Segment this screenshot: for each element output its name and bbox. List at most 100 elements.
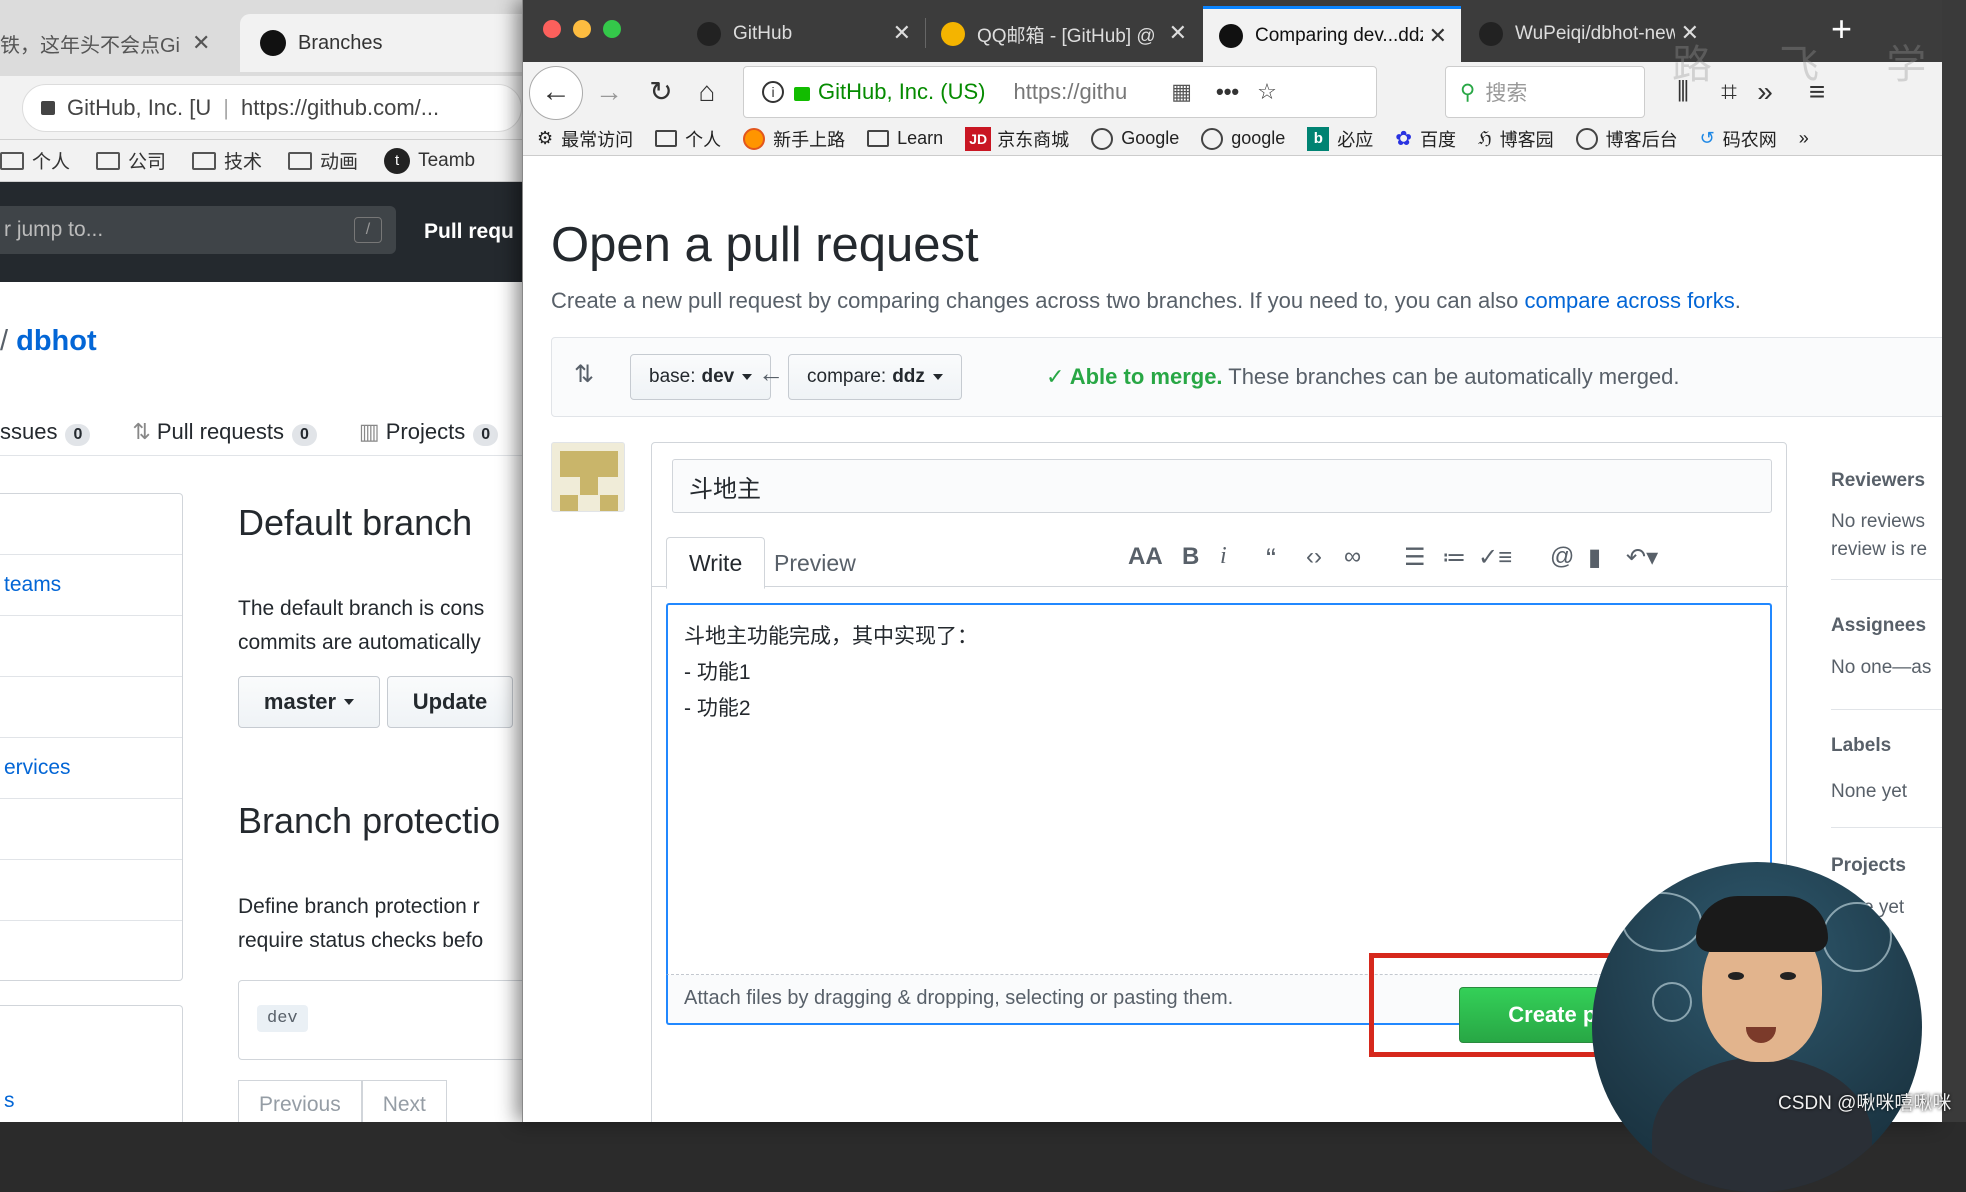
tab-github[interactable]: GitHub ✕: [681, 6, 925, 62]
tab-qq-mail[interactable]: QQ邮箱 - [GitHub] @ ✕: [925, 6, 1201, 62]
tab-issues[interactable]: ssues 0: [0, 419, 91, 446]
back-tab-strip: 铁，这年头不会点Gi ✕ Branches: [0, 0, 540, 88]
bookmark-folder[interactable]: 动画: [288, 147, 358, 174]
side-menu-item[interactable]: [0, 921, 182, 982]
pr-count: 0: [292, 423, 317, 446]
tab-preview[interactable]: Preview: [752, 537, 878, 589]
minimize-window-button[interactable]: [573, 20, 591, 38]
repo-title: / dbhot: [0, 325, 97, 357]
bookmark-bing[interactable]: b 必应: [1307, 126, 1373, 152]
bookmark-jd[interactable]: JD 京东商城: [965, 126, 1069, 152]
text-size-icon[interactable]: AA: [1128, 543, 1163, 571]
close-icon[interactable]: ✕: [893, 20, 911, 46]
more-actions-icon[interactable]: •••: [1216, 79, 1239, 105]
side-menu-item[interactable]: [0, 494, 182, 555]
update-button[interactable]: Update: [387, 676, 513, 728]
bookmark-folder[interactable]: 公司: [96, 147, 166, 174]
maximize-window-button[interactable]: [603, 20, 621, 38]
projects-heading[interactable]: Projects: [1831, 855, 1906, 877]
home-icon[interactable]: ⌂: [687, 72, 727, 112]
default-branch-select[interactable]: master: [238, 676, 380, 728]
tab-title: Comparing dev...ddz: [1255, 24, 1429, 46]
branch-protection-heading: Branch protectio: [238, 800, 501, 841]
back-tab-branches[interactable]: Branches: [240, 14, 540, 72]
italic-icon[interactable]: i: [1220, 543, 1227, 570]
bookmark-most-visited[interactable]: ⚙ 最常访问: [537, 126, 633, 152]
forward-button[interactable]: →: [589, 72, 629, 112]
bookmark-learn[interactable]: Learn: [867, 128, 943, 149]
star-bookmark-icon[interactable]: ☆: [1257, 79, 1277, 105]
bulleted-list-icon[interactable]: ☰: [1404, 543, 1426, 572]
bookmark-folder[interactable]: 个人: [0, 147, 70, 174]
bookmark-blog-admin[interactable]: 博客后台: [1575, 126, 1678, 152]
next-button[interactable]: Next: [361, 1080, 447, 1122]
page-title: Open a pull request: [551, 218, 979, 272]
branch-label[interactable]: dev: [257, 1005, 308, 1032]
search-input[interactable]: ⚲ 搜索: [1445, 66, 1645, 118]
pr-body-textarea[interactable]: 斗地主功能完成，其中实现了： - 功能1 - 功能2: [666, 603, 1772, 975]
compare-range-bar: ⇅ base: dev ← compare: ddz ✓ Able to merge…: [551, 337, 1942, 417]
back-address-bar: GitHub, Inc. [U | https://github.com/...: [0, 76, 540, 140]
tab-comparing[interactable]: Comparing dev...ddz ✕: [1203, 6, 1461, 62]
github-header: r jump to... / Pull requ: [0, 182, 540, 282]
assignees-heading[interactable]: Assignees: [1831, 615, 1926, 637]
reply-icon[interactable]: ↶▾: [1626, 543, 1658, 572]
bookmark-google-lower[interactable]: google: [1201, 127, 1285, 150]
bookmark-getting-started[interactable]: 新手上路: [743, 126, 845, 152]
bookmarks-overflow-chevron-icon[interactable]: »: [1799, 128, 1809, 149]
default-branch-heading: Default branch: [238, 502, 473, 543]
bookmark-baidu[interactable]: ✿ 百度: [1395, 126, 1456, 152]
bold-icon[interactable]: B: [1182, 543, 1199, 571]
github-search-input[interactable]: r jump to... /: [0, 206, 396, 254]
repo-name-link[interactable]: dbhot: [16, 325, 97, 357]
mention-icon[interactable]: @: [1550, 543, 1574, 571]
header-nav-pull-requests[interactable]: Pull requ: [424, 220, 514, 244]
bookmark-codeceo[interactable]: ↺ 码农网: [1700, 126, 1777, 152]
reload-button[interactable]: ↻: [641, 72, 681, 112]
tab-projects[interactable]: ▥ Projects 0: [359, 419, 499, 446]
reviewers-heading[interactable]: Reviewers: [1831, 470, 1925, 492]
base-branch-select[interactable]: base: dev: [630, 354, 772, 400]
avatar[interactable]: [551, 442, 625, 512]
settings-side-menu: teams ervices: [0, 493, 183, 981]
compare-across-forks-link[interactable]: compare across forks: [1524, 288, 1734, 313]
side-menu-item[interactable]: [0, 677, 182, 738]
bookmark-cnblogs[interactable]: ℌ 博客园: [1478, 126, 1554, 152]
task-list-icon[interactable]: ✓≡: [1478, 543, 1512, 572]
back-url-field[interactable]: GitHub, Inc. [U | https://github.com/...: [22, 84, 522, 132]
tab-write[interactable]: Write: [666, 537, 766, 589]
close-icon[interactable]: ✕: [1162, 20, 1187, 46]
info-icon[interactable]: i: [762, 81, 784, 103]
pr-title-input[interactable]: 斗地主: [672, 459, 1772, 513]
bookmark-teambition[interactable]: t Teamb: [384, 147, 475, 174]
url-text: https://githu: [1013, 79, 1128, 104]
close-icon[interactable]: ✕: [192, 30, 210, 56]
close-icon[interactable]: ✕: [1422, 23, 1447, 49]
link-icon[interactable]: ∞: [1344, 543, 1361, 571]
compare-branch-select[interactable]: compare: ddz: [788, 354, 962, 400]
back-tab-1[interactable]: 铁，这年头不会点Gi ✕: [0, 14, 240, 72]
side-menu-item[interactable]: [0, 799, 182, 860]
side-menu-item[interactable]: s: [0, 1070, 182, 1122]
divider: [1831, 579, 1942, 580]
quote-icon[interactable]: “: [1266, 543, 1276, 577]
side-menu-item-teams[interactable]: teams: [0, 555, 182, 616]
back-button[interactable]: ←: [529, 66, 583, 120]
previous-button[interactable]: Previous: [238, 1080, 362, 1122]
numbered-list-icon[interactable]: ≔: [1442, 543, 1466, 572]
tab-pull-requests[interactable]: ⇅ Pull requests 0: [132, 419, 317, 446]
bookmark-icon[interactable]: ▮: [1588, 543, 1601, 572]
chevron-down-icon: [742, 374, 753, 380]
qr-code-icon[interactable]: ▦: [1171, 79, 1192, 105]
side-menu-item[interactable]: [0, 616, 182, 677]
labels-text: None yet: [1831, 781, 1908, 802]
code-icon[interactable]: ‹›: [1306, 543, 1322, 571]
labels-heading[interactable]: Labels: [1831, 735, 1891, 757]
site-identity: GitHub, Inc. (US): [818, 79, 986, 104]
bookmark-folder[interactable]: 技术: [192, 147, 262, 174]
address-bar[interactable]: i GitHub, Inc. (US) https://githu ▦ ••• …: [743, 66, 1377, 118]
side-menu-item[interactable]: [0, 860, 182, 921]
bookmark-folder[interactable]: 个人: [655, 126, 721, 152]
close-window-button[interactable]: [543, 20, 561, 38]
bookmark-google[interactable]: Google: [1091, 127, 1179, 150]
